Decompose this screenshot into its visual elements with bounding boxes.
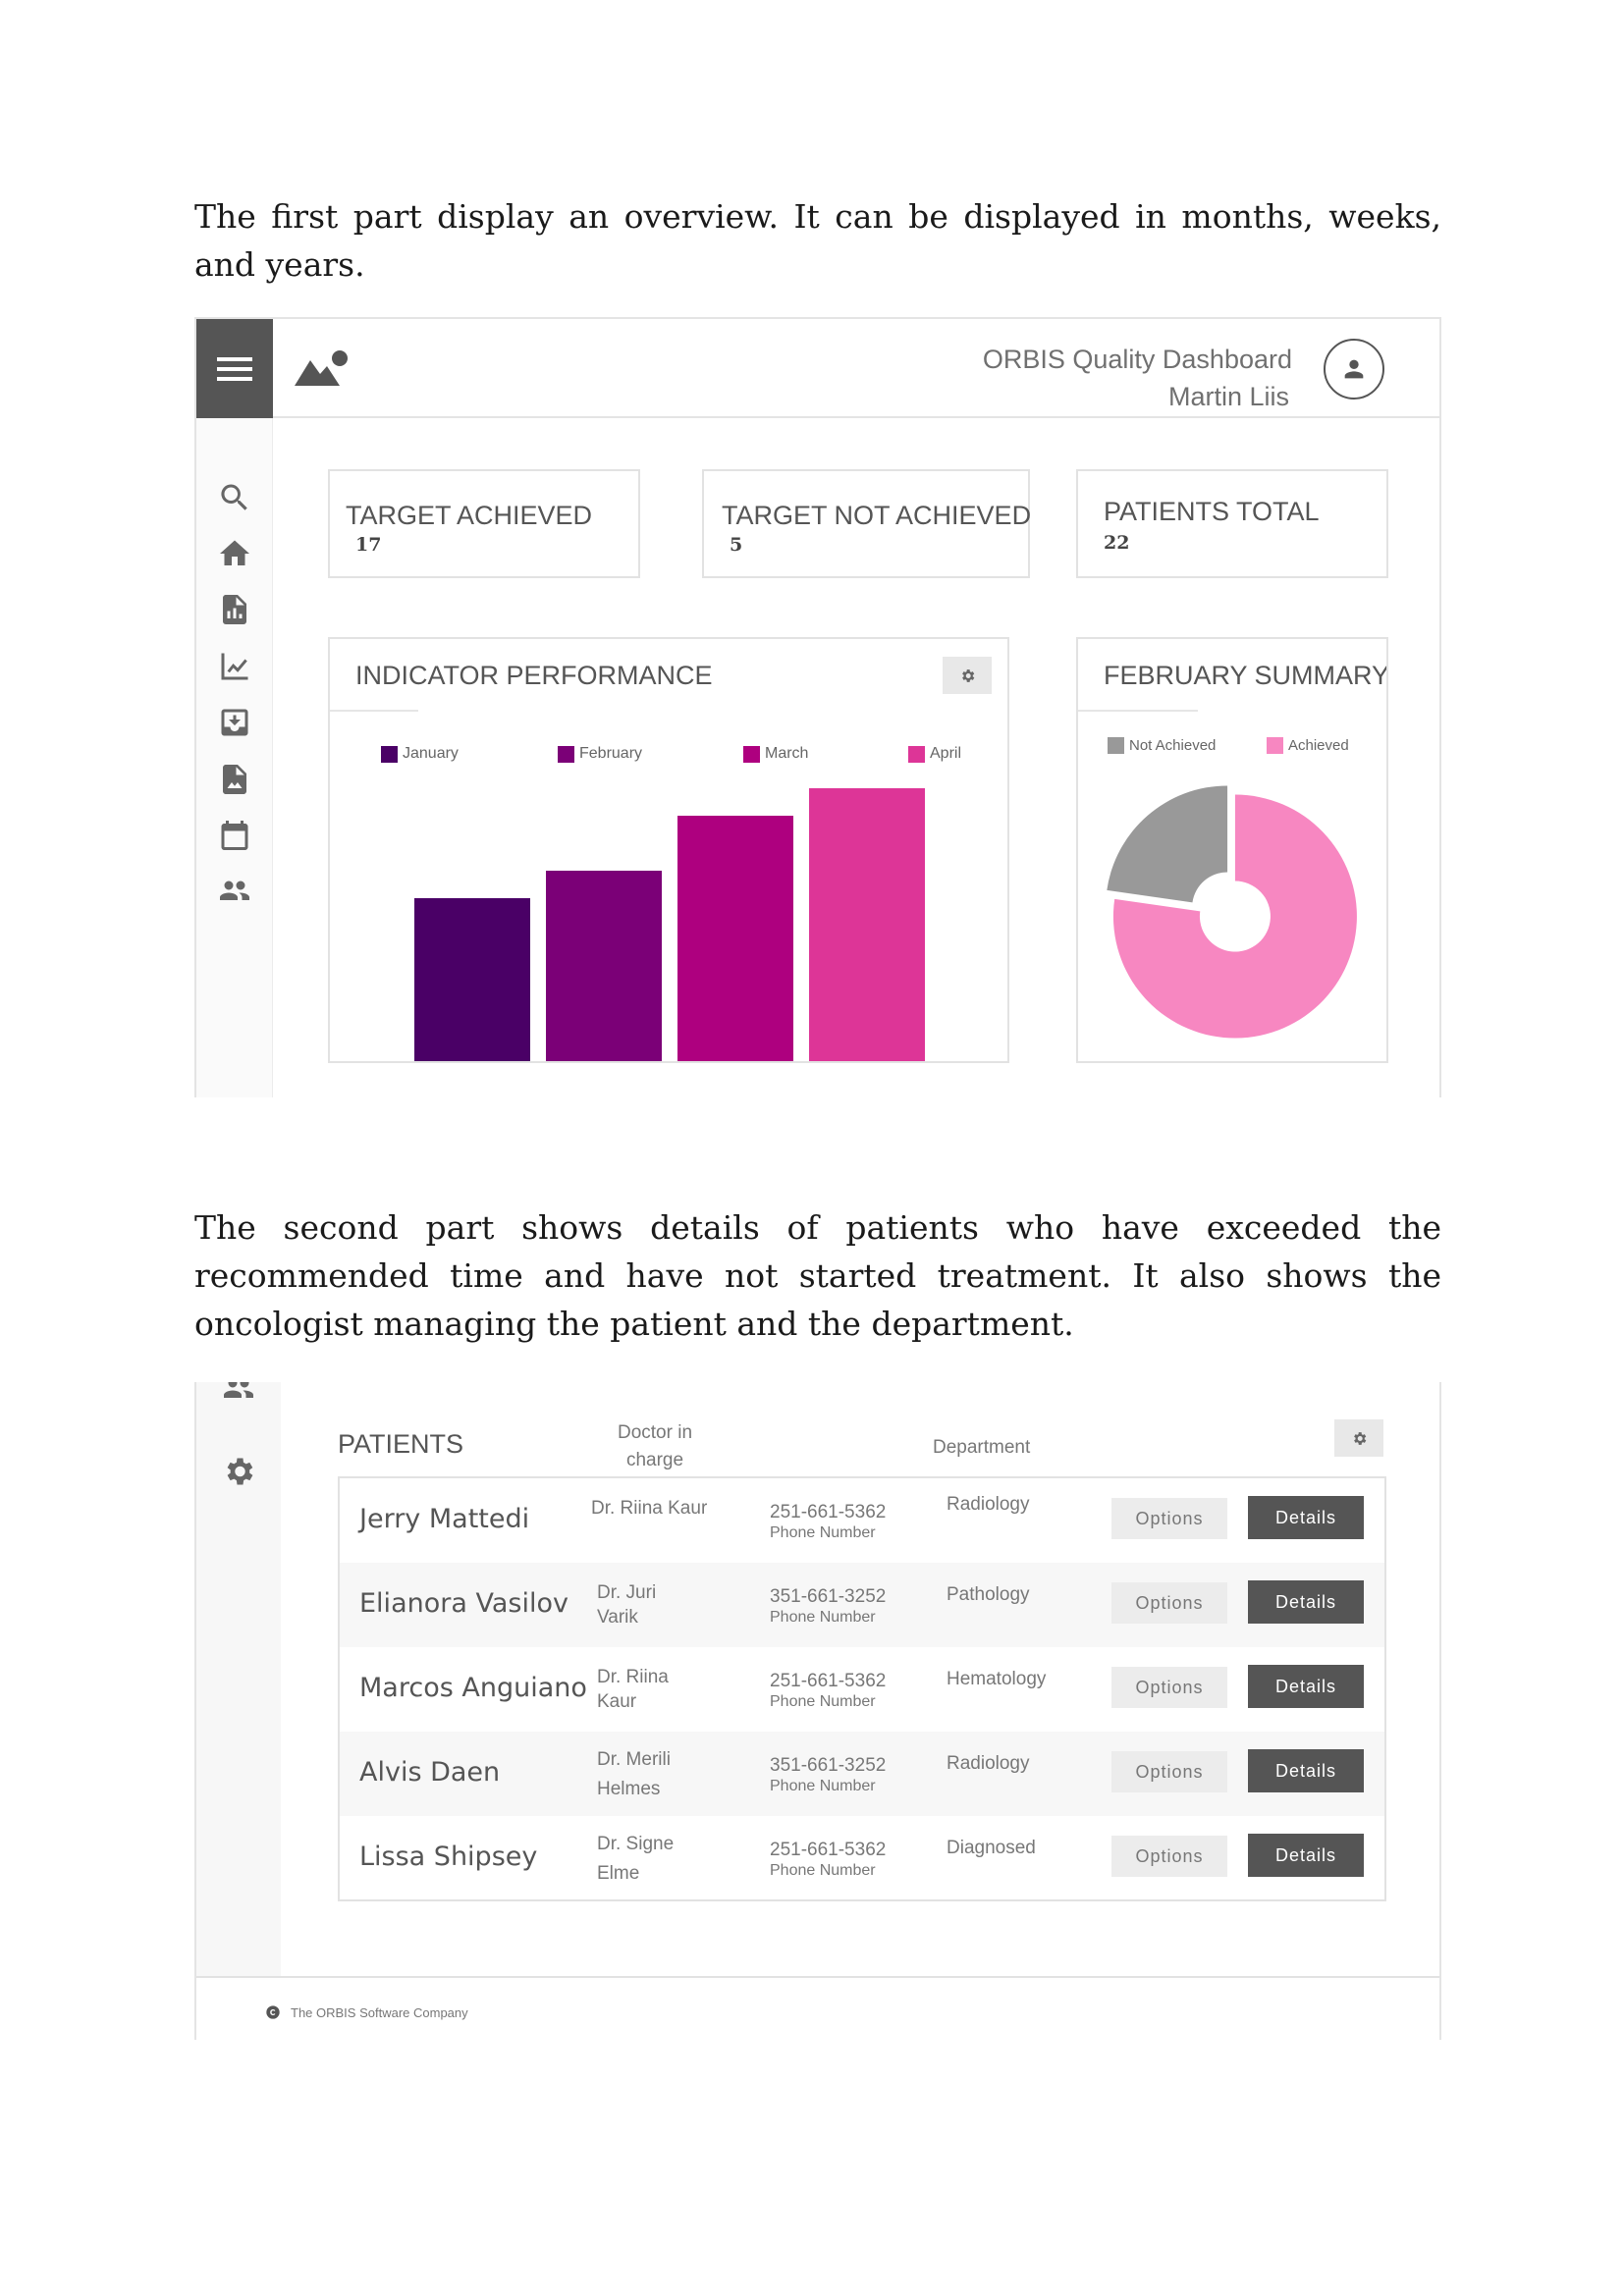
kpi-value: 17: [355, 534, 382, 556]
sidebar: [196, 319, 273, 1097]
phone-number: 251-661-5362: [770, 1671, 887, 1691]
inbox-icon[interactable]: [216, 704, 253, 741]
phone-caption: Phone Number: [770, 1524, 876, 1541]
chart-icon[interactable]: [216, 648, 253, 685]
phone-number: 351-661-3252: [770, 1586, 887, 1607]
patient-name: Marcos Anguiano: [359, 1673, 587, 1703]
kpi-label: TARGET NOT ACHIEVED: [722, 501, 1032, 530]
department: Pathology: [947, 1584, 1030, 1605]
options-button[interactable]: Options: [1111, 1582, 1227, 1624]
phone-number: 251-661-5362: [770, 1502, 887, 1522]
phone-number: 251-661-5362: [770, 1840, 887, 1860]
details-button[interactable]: Details: [1248, 1834, 1364, 1877]
department: Radiology: [947, 1494, 1030, 1515]
app-title: ORBIS Quality Dashboard: [982, 345, 1292, 374]
details-button[interactable]: Details: [1248, 1496, 1364, 1539]
column-header-department: Department: [933, 1437, 1031, 1458]
details-button[interactable]: Details: [1248, 1749, 1364, 1792]
options-button[interactable]: Options: [1111, 1498, 1227, 1539]
slice-not-achieved: [1107, 785, 1228, 903]
phone-caption: Phone Number: [770, 1693, 876, 1710]
copyright-icon: [266, 2005, 280, 2019]
table-settings-button[interactable]: [1334, 1419, 1383, 1457]
department: Hematology: [947, 1669, 1047, 1689]
phone-caption: Phone Number: [770, 1778, 876, 1794]
phone: 351-661-3252 Phone Number: [770, 1755, 886, 1796]
kpi-label: PATIENTS TOTAL: [1104, 497, 1320, 526]
patient-name: Elianora Vasilov: [359, 1588, 568, 1619]
footer-divider: [196, 1976, 1439, 1978]
phone: 351-661-3252 Phone Number: [770, 1586, 886, 1628]
kpi-patients-total: PATIENTS TOTAL 22: [1076, 469, 1388, 578]
patients-table: Jerry Mattedi Dr. Riina Kaur 251-661-536…: [338, 1476, 1386, 1901]
sidebar: [196, 1382, 281, 1976]
bar-february: [546, 871, 662, 1061]
patients-table-screenshot: PATIENTS Doctor in charge Department Jer…: [194, 1382, 1441, 2040]
options-button[interactable]: Options: [1111, 1836, 1227, 1877]
footer: The ORBIS Software Company: [265, 2004, 468, 2020]
details-button[interactable]: Details: [1248, 1665, 1364, 1708]
table-row: Lissa Shipsey Dr. Signe Elme 251-661-536…: [340, 1816, 1384, 1900]
options-button[interactable]: Options: [1111, 1751, 1227, 1792]
doctor-name: Dr. Signe Elme: [597, 1834, 675, 1884]
intro-paragraph-overview: The first part display an overview. It c…: [194, 197, 1441, 284]
image-icon: [295, 350, 348, 386]
doctor-name: Dr. Riina Kaur: [597, 1667, 669, 1712]
people-icon[interactable]: [220, 1382, 257, 1408]
bar-january: [414, 898, 530, 1061]
kpi-value: 22: [1104, 532, 1130, 554]
phone: 251-661-5362 Phone Number: [770, 1502, 886, 1543]
kpi-target-achieved: TARGET ACHIEVED 17: [328, 469, 640, 578]
user-name: Martin Liis: [1167, 382, 1289, 411]
bar-april: [809, 788, 925, 1061]
table-row: Marcos Anguiano Dr. Riina Kaur 251-661-5…: [340, 1647, 1384, 1732]
patient-name: Jerry Mattedi: [359, 1504, 530, 1534]
doctor-name: Dr. Juri Varik: [597, 1582, 657, 1628]
phone-caption: Phone Number: [770, 1862, 876, 1879]
user-avatar-button[interactable]: [1324, 339, 1384, 400]
dashboard-overview-screenshot: ORBIS Quality Dashboard Martin Liis TARG…: [194, 317, 1441, 1097]
person-icon: [1344, 359, 1364, 379]
february-summary-card: FEBRUARY SUMMARY Not Achieved Achieved: [1076, 637, 1388, 1063]
patient-name: Lissa Shipsey: [359, 1842, 538, 1872]
phone-caption: Phone Number: [770, 1609, 876, 1626]
search-icon[interactable]: [216, 479, 253, 516]
column-header-doctor: Doctor in charge: [617, 1422, 693, 1470]
kpi-label: TARGET ACHIEVED: [346, 501, 593, 530]
table-row: Alvis Daen Dr. Merili Helmes 351-661-325…: [340, 1732, 1384, 1816]
patient-name: Alvis Daen: [359, 1757, 501, 1788]
kpi-target-not-achieved: TARGET NOT ACHIEVED 5: [702, 469, 1032, 578]
intro-paragraph-patients: The second part shows details of patient…: [194, 1208, 1441, 1343]
patients-title: PATIENTS: [338, 1429, 464, 1459]
table-row: Jerry Mattedi Dr. Riina Kaur 251-661-536…: [340, 1478, 1384, 1563]
doctor-name: Dr. Merili Helmes: [597, 1749, 671, 1799]
department: Radiology: [947, 1753, 1030, 1774]
gear-icon: [1353, 1431, 1366, 1445]
footer-text: The ORBIS Software Company: [291, 2004, 468, 2020]
bar-march: [677, 816, 793, 1061]
people-icon[interactable]: [216, 873, 253, 910]
phone-number: 351-661-3252: [770, 1755, 887, 1776]
summary-donut-chart: [1107, 785, 1357, 1039]
indicator-performance-card: INDICATOR PERFORMANCE January February M…: [328, 637, 1009, 1063]
gear-icon[interactable]: [220, 1453, 257, 1490]
top-bar: ORBIS Quality Dashboard Martin Liis: [273, 319, 1439, 418]
options-button[interactable]: Options: [1111, 1667, 1227, 1708]
home-icon[interactable]: [216, 535, 253, 572]
department: Diagnosed: [947, 1838, 1036, 1858]
kpi-value: 5: [730, 534, 743, 556]
menu-button[interactable]: [196, 319, 273, 418]
image-file-icon[interactable]: [216, 761, 253, 798]
report-icon[interactable]: [216, 591, 253, 628]
calendar-icon[interactable]: [216, 817, 253, 854]
indicator-bar-chart: [414, 788, 925, 1061]
hamburger-icon: [217, 356, 252, 381]
doctor-name: Dr. Riina Kaur: [591, 1498, 708, 1519]
phone: 251-661-5362 Phone Number: [770, 1840, 886, 1881]
phone: 251-661-5362 Phone Number: [770, 1671, 886, 1712]
details-button[interactable]: Details: [1248, 1580, 1364, 1624]
table-row: Elianora Vasilov Dr. Juri Varik 351-661-…: [340, 1563, 1384, 1647]
